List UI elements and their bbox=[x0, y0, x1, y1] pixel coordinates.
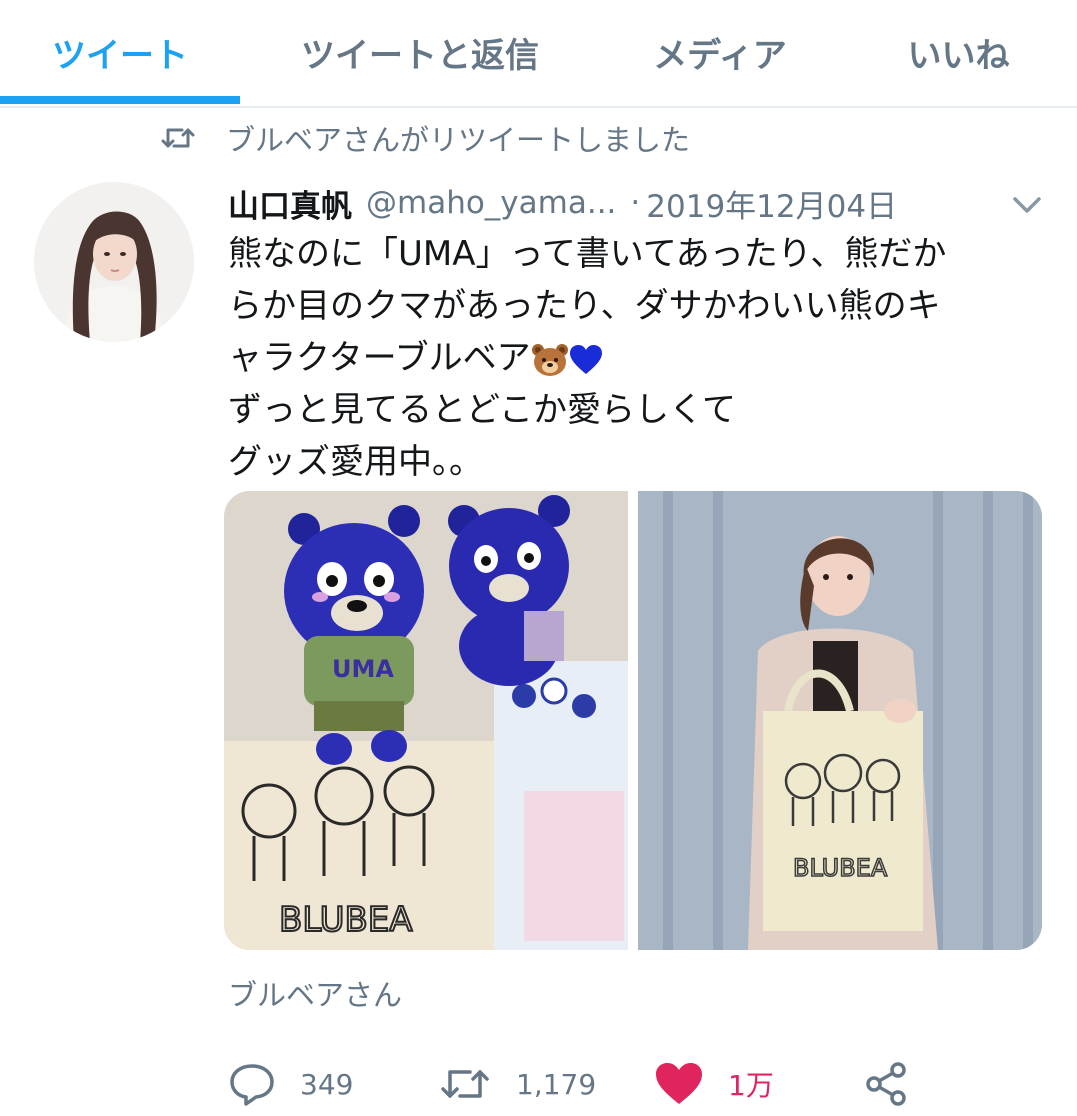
share-button[interactable] bbox=[862, 1052, 910, 1116]
bear-face-emoji bbox=[531, 343, 568, 376]
active-tab-indicator bbox=[0, 96, 240, 104]
reply-button[interactable]: 349 bbox=[228, 1052, 353, 1116]
tweet-actions: 349 1,179 1万 bbox=[228, 1052, 1058, 1116]
tab-media[interactable]: メディア bbox=[600, 0, 840, 104]
author-name[interactable]: 山口真帆 bbox=[228, 181, 352, 226]
reply-icon bbox=[230, 1064, 274, 1106]
heart-icon bbox=[656, 1063, 702, 1104]
tweet-date[interactable]: 2019年12月04日 bbox=[646, 181, 897, 226]
tweet-text-line-with-emoji: ャラクターブルベア bbox=[228, 332, 1058, 384]
like-button[interactable]: 1万 bbox=[654, 1052, 774, 1116]
media-photo-merch[interactable]: BLUBEA UMA bbox=[224, 491, 628, 950]
retweet-icon bbox=[441, 1070, 489, 1098]
tab-likes[interactable]: いいね bbox=[840, 0, 1077, 104]
retweet-context-text: ブルベアさんがリツイートしました bbox=[226, 123, 691, 157]
tweet-text-line: ャラクターブルベア bbox=[228, 338, 531, 378]
tweet-text-line: らか目のクマがあったり、ダサかわいい熊のキ bbox=[228, 286, 941, 326]
media-photo-person[interactable]: BLUBEA bbox=[638, 491, 1042, 950]
chevron-down-icon[interactable] bbox=[1006, 188, 1048, 222]
tweet-text-line: ずっと見てるとどこか愛らしくて bbox=[228, 390, 736, 430]
tab-tweets-and-replies[interactable]: ツイートと返信 bbox=[240, 0, 600, 104]
retweet-button[interactable]: 1,179 bbox=[438, 1052, 596, 1116]
tote-print-text: BLUBEA bbox=[279, 900, 413, 940]
avatar[interactable] bbox=[34, 182, 194, 342]
retweet-icon bbox=[161, 128, 195, 148]
author-handle[interactable]: @maho_yama... bbox=[366, 185, 616, 221]
media-source-label[interactable]: ブルベアさん bbox=[228, 972, 402, 1014]
tweet-text-line: グッズ愛用中。。 bbox=[228, 442, 483, 482]
tweet-header: 山口真帆 @maho_yama... · 2019年12月04日 bbox=[228, 180, 897, 226]
blue-heart-emoji bbox=[569, 344, 602, 374]
retweet-context: ブルベアさんがリツイートしました bbox=[160, 116, 690, 160]
tab-tweets[interactable]: ツイート bbox=[0, 0, 240, 104]
reply-count: 349 bbox=[300, 1067, 354, 1101]
plush-shirt-text: UMA bbox=[332, 655, 394, 683]
tweet-media: BLUBEA UMA BLUBEA bbox=[224, 491, 1042, 950]
profile-tabs: ツイート ツイートと返信 メディア いいね bbox=[0, 0, 1077, 108]
header-separator: · bbox=[630, 185, 641, 221]
tote-print-text: BLUBEA bbox=[793, 854, 888, 882]
tweet-text-line: 熊なのに「UMA」って書いてあったり、熊だか bbox=[228, 234, 947, 274]
tweet-text: 熊なのに「UMA」って書いてあったり、熊だか らか目のクマがあったり、ダサかわい… bbox=[228, 228, 1058, 488]
like-count: 1万 bbox=[728, 1069, 774, 1102]
retweet-count: 1,179 bbox=[516, 1067, 597, 1101]
share-icon bbox=[866, 1062, 906, 1106]
